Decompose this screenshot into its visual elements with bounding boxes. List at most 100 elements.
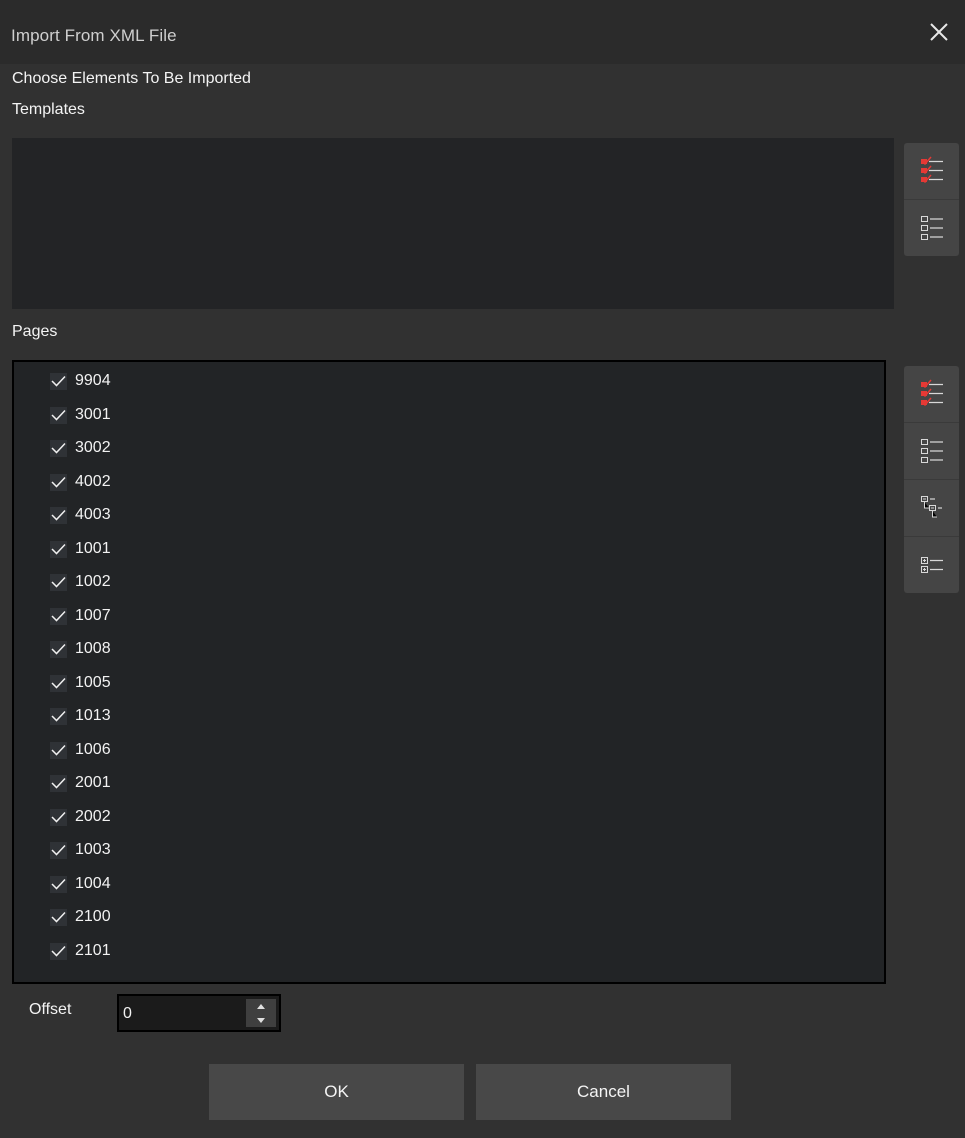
checkbox[interactable] bbox=[50, 473, 67, 491]
checkbox[interactable] bbox=[50, 607, 67, 625]
pages-toolbar bbox=[904, 366, 959, 593]
templates-toolbar bbox=[904, 143, 959, 256]
spin-down-button[interactable] bbox=[246, 1013, 276, 1027]
templates-deselect-all-button[interactable] bbox=[904, 199, 959, 256]
offset-label: Offset bbox=[29, 1001, 72, 1018]
checkbox[interactable] bbox=[50, 774, 67, 792]
list-item-label: 9904 bbox=[75, 372, 111, 389]
checkmark-icon bbox=[51, 643, 66, 655]
checkmark-icon bbox=[51, 844, 66, 856]
checkbox[interactable] bbox=[50, 573, 67, 591]
list-item-label: 4003 bbox=[75, 506, 111, 523]
title-bar: Import From XML File bbox=[0, 0, 965, 64]
templates-list[interactable] bbox=[12, 138, 894, 309]
list-item[interactable]: 1008 bbox=[50, 632, 111, 666]
checkmark-icon bbox=[51, 677, 66, 689]
templates-select-all-button[interactable] bbox=[904, 143, 959, 199]
list-item[interactable]: 2001 bbox=[50, 766, 111, 800]
select-all-icon bbox=[920, 379, 943, 407]
pages-expand-all-button[interactable] bbox=[904, 536, 959, 593]
offset-spinbox[interactable] bbox=[117, 994, 281, 1032]
close-icon bbox=[930, 23, 948, 41]
pages-collapse-tree-button[interactable] bbox=[904, 479, 959, 536]
list-item-label: 1013 bbox=[75, 707, 111, 724]
list-item[interactable]: 1007 bbox=[50, 599, 111, 633]
checkmark-icon bbox=[51, 476, 66, 488]
checkbox[interactable] bbox=[50, 439, 67, 457]
list-item[interactable]: 1006 bbox=[50, 733, 111, 767]
cancel-button[interactable]: Cancel bbox=[476, 1064, 731, 1120]
checkbox[interactable] bbox=[50, 674, 67, 692]
checkbox[interactable] bbox=[50, 540, 67, 558]
list-item[interactable]: 2101 bbox=[50, 934, 111, 968]
checkbox[interactable] bbox=[50, 808, 67, 826]
checkmark-icon bbox=[51, 576, 66, 588]
list-item[interactable]: 3001 bbox=[50, 398, 111, 432]
list-item-label: 3002 bbox=[75, 439, 111, 456]
list-item-label: 2100 bbox=[75, 908, 111, 925]
choose-elements-label: Choose Elements To Be Imported bbox=[12, 70, 251, 87]
arrow-down-icon bbox=[257, 1017, 265, 1023]
list-item[interactable]: 1013 bbox=[50, 699, 111, 733]
checkbox[interactable] bbox=[50, 875, 67, 893]
list-item[interactable]: 1001 bbox=[50, 532, 111, 566]
checkmark-icon bbox=[51, 375, 66, 387]
list-item-label: 1002 bbox=[75, 573, 111, 590]
checkbox[interactable] bbox=[50, 741, 67, 759]
list-item-label: 4002 bbox=[75, 473, 111, 490]
list-item[interactable]: 1005 bbox=[50, 666, 111, 700]
ok-button[interactable]: OK bbox=[209, 1064, 464, 1120]
expand-all-icon bbox=[920, 557, 943, 573]
list-item-label: 2101 bbox=[75, 942, 111, 959]
checkbox[interactable] bbox=[50, 841, 67, 859]
list-item[interactable]: 4003 bbox=[50, 498, 111, 532]
list-item-label: 3001 bbox=[75, 406, 111, 423]
list-item-label: 1008 bbox=[75, 640, 111, 657]
list-item[interactable]: 1002 bbox=[50, 565, 111, 599]
list-item[interactable]: 2100 bbox=[50, 900, 111, 934]
checkbox[interactable] bbox=[50, 908, 67, 926]
checkbox[interactable] bbox=[50, 707, 67, 725]
checkmark-icon bbox=[51, 777, 66, 789]
list-item-label: 2002 bbox=[75, 808, 111, 825]
window-title: Import From XML File bbox=[11, 26, 177, 45]
checkmark-icon bbox=[51, 509, 66, 521]
checkmark-icon bbox=[51, 878, 66, 890]
checkmark-icon bbox=[51, 543, 66, 555]
list-item-label: 1005 bbox=[75, 674, 111, 691]
dialog-body: Choose Elements To Be Imported Templates bbox=[0, 64, 965, 1138]
pages-select-all-button[interactable] bbox=[904, 366, 959, 422]
spin-buttons bbox=[246, 999, 276, 1027]
checkmark-icon bbox=[51, 409, 66, 421]
checkmark-icon bbox=[51, 442, 66, 454]
deselect-all-icon bbox=[920, 439, 943, 463]
list-item[interactable]: 2002 bbox=[50, 800, 111, 834]
checkbox[interactable] bbox=[50, 406, 67, 424]
pages-label: Pages bbox=[12, 323, 58, 340]
checkmark-icon bbox=[51, 744, 66, 756]
pages-list[interactable]: 9904 3001 3002 4002 4003 1001 1002 1007 … bbox=[12, 360, 886, 984]
checkmark-icon bbox=[51, 945, 66, 957]
offset-input[interactable] bbox=[123, 1002, 241, 1026]
pages-deselect-all-button[interactable] bbox=[904, 422, 959, 479]
list-item-label: 1001 bbox=[75, 540, 111, 557]
list-item-label: 1006 bbox=[75, 741, 111, 758]
list-item-label: 2001 bbox=[75, 774, 111, 791]
checkbox[interactable] bbox=[50, 506, 67, 524]
deselect-all-icon bbox=[920, 216, 943, 240]
list-item-label: 1003 bbox=[75, 841, 111, 858]
list-item[interactable]: 4002 bbox=[50, 465, 111, 499]
list-item[interactable]: 1003 bbox=[50, 833, 111, 867]
checkbox[interactable] bbox=[50, 640, 67, 658]
list-item[interactable]: 3002 bbox=[50, 431, 111, 465]
collapse-tree-icon bbox=[920, 496, 942, 518]
spin-up-button[interactable] bbox=[246, 999, 276, 1013]
templates-label: Templates bbox=[12, 101, 85, 118]
list-item[interactable]: 9904 bbox=[50, 364, 111, 398]
checkmark-icon bbox=[51, 811, 66, 823]
checkbox[interactable] bbox=[50, 372, 67, 390]
checkmark-icon bbox=[51, 710, 66, 722]
close-button[interactable] bbox=[927, 20, 951, 44]
list-item[interactable]: 1004 bbox=[50, 867, 111, 901]
checkbox[interactable] bbox=[50, 942, 67, 960]
